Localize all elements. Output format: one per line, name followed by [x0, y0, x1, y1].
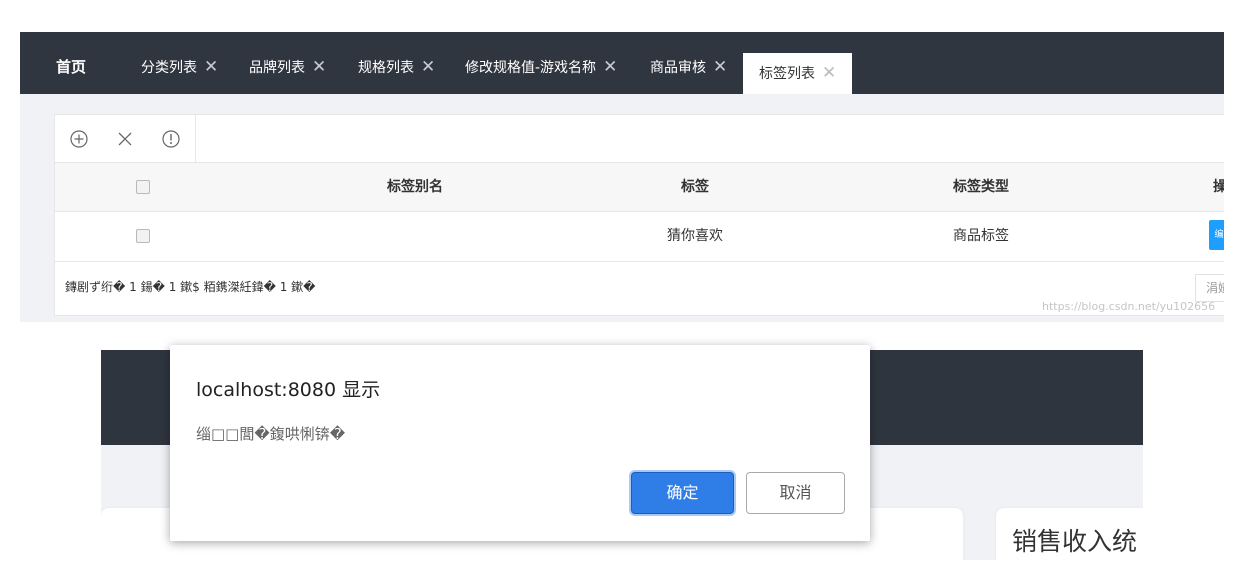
tab-label: 规格列表: [358, 60, 414, 76]
column-header: 标签别名: [387, 179, 443, 195]
close-icon[interactable]: ✕: [713, 57, 727, 77]
tab-tag-list[interactable]: 标签列表 ✕: [743, 53, 853, 94]
ok-button[interactable]: 确定: [631, 472, 734, 514]
table-row: 猜你喜欢 商品标签 编: [55, 211, 1224, 262]
tab-brand-list[interactable]: 品牌列表 ✕: [249, 32, 326, 94]
watermark: https://blog.csdn.net/yu102656: [1042, 300, 1216, 313]
close-icon[interactable]: ✕: [312, 57, 326, 77]
close-icon[interactable]: ✕: [421, 57, 435, 77]
info-circle-icon[interactable]: [147, 115, 195, 162]
tab-label: 商品审核: [650, 60, 706, 76]
tab-label: 品牌列表: [249, 60, 305, 76]
cell-tag-type: 商品标签: [953, 228, 1009, 244]
cell-tag: 猜你喜欢: [667, 228, 723, 244]
close-icon[interactable]: ✕: [822, 63, 836, 83]
tab-category-list[interactable]: 分类列表 ✕: [141, 32, 218, 94]
tab-home-label: 首页: [56, 58, 87, 76]
tab-label: 标签列表: [759, 66, 815, 82]
dialog-message: 缁□□閭�鍑哄悧锛�: [196, 425, 346, 443]
column-header: 标签: [681, 179, 709, 195]
row-checkbox[interactable]: [136, 229, 150, 243]
next-page-button[interactable]: 涓嬪〉: [1195, 274, 1224, 302]
tab-bar: 首页 分类列表 ✕ 品牌列表 ✕ 规格列表 ✕ 修改规格值-游戏名称 ✕ 商品审核 ✕ 标…: [20, 32, 1224, 94]
tab-label: 修改规格值-游戏名称: [465, 60, 597, 76]
edit-button[interactable]: 编: [1209, 220, 1224, 250]
column-header: 标签类型: [953, 179, 1009, 195]
close-icon[interactable]: [101, 115, 149, 162]
dialog-title: localhost:8080 显示: [196, 379, 381, 401]
tab-label: 分类列表: [141, 60, 197, 76]
table-header: 标签别名 标签 标签类型 操: [55, 162, 1224, 212]
sales-card: 销售收入统: [996, 508, 1143, 560]
card-title: 销售收入统: [1012, 527, 1138, 556]
tag-table-panel: 标签别名 标签 标签类型 操 猜你喜欢 商品标签 编 鏄剧ず绗� 1 鍚� 1 …: [54, 114, 1224, 316]
plus-circle-icon[interactable]: [55, 115, 103, 162]
pagination-info: 鏄剧ず绗� 1 鍚� 1 鏉$ 粨鎸滐紝鍏� 1 鏉�: [65, 280, 316, 294]
table-toolbar: [55, 115, 196, 162]
cancel-button[interactable]: 取消: [746, 472, 845, 514]
alert-dialog: localhost:8080 显示 缁□□閭�鍑哄悧锛� 确定 取消: [170, 345, 870, 541]
tab-product-review[interactable]: 商品审核 ✕: [650, 32, 727, 94]
tab-home[interactable]: 首页: [56, 32, 86, 94]
select-all-checkbox[interactable]: [136, 180, 150, 194]
close-icon[interactable]: ✕: [204, 57, 218, 77]
tab-edit-spec-value[interactable]: 修改规格值-游戏名称 ✕: [465, 32, 617, 94]
close-icon[interactable]: ✕: [603, 57, 617, 77]
admin-screenshot: 首页 分类列表 ✕ 品牌列表 ✕ 规格列表 ✕ 修改规格值-游戏名称 ✕ 商品审核 ✕ 标…: [20, 32, 1224, 322]
tab-spec-list[interactable]: 规格列表 ✕: [358, 32, 435, 94]
column-header: 操: [1213, 179, 1224, 195]
